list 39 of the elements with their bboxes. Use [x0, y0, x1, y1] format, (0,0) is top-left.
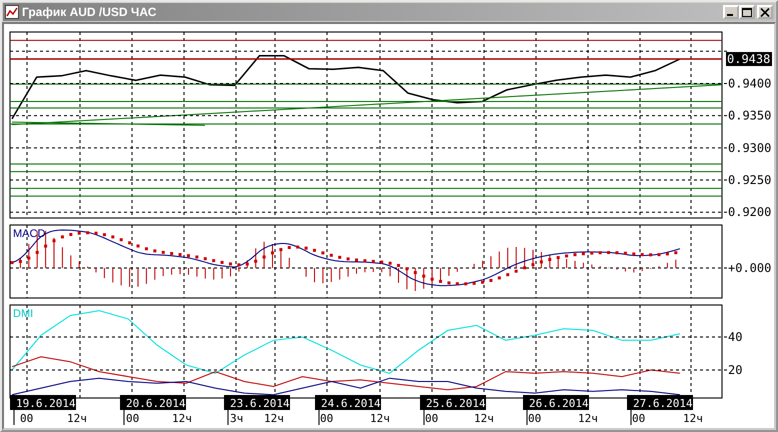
- axis-label: 0.9200: [728, 205, 772, 220]
- close-icon: [760, 8, 770, 16]
- axis-label: +0.000: [728, 261, 772, 275]
- axis-label: 0.9300: [728, 140, 772, 155]
- time-label: 00: [632, 412, 646, 425]
- date-label: 19.6.2014: [10, 395, 76, 410]
- axis-label: 0.9400: [728, 76, 772, 90]
- date-label: 25.6.2014: [420, 395, 486, 410]
- date-label: 23.6.2014: [224, 395, 290, 410]
- time-label: 12ч: [578, 412, 598, 425]
- axis-label: 0.9350: [728, 108, 772, 123]
- minimize-button[interactable]: [723, 5, 739, 19]
- time-label: 12ч: [370, 412, 390, 425]
- indicator-label: DMI: [13, 308, 34, 320]
- date-label: 20.6.2014: [120, 395, 186, 410]
- time-label: 12ч: [67, 412, 87, 425]
- date-label: 27.6.2014: [627, 395, 693, 410]
- date-label: 24.6.2014: [315, 395, 381, 410]
- time-label: 00: [425, 412, 438, 425]
- axis-label: 20: [728, 362, 742, 377]
- close-button[interactable]: [757, 5, 773, 19]
- minimize-icon: [727, 14, 733, 16]
- time-label: 3ч: [230, 412, 244, 425]
- date-label: 26.6.2014: [523, 395, 589, 410]
- window-title: График AUD /USD ЧАС: [22, 5, 158, 19]
- time-label: 12ч: [683, 412, 703, 425]
- time-label: 00: [126, 412, 140, 425]
- time-label: 00: [320, 412, 334, 425]
- last-price-label: 0.9438: [726, 52, 772, 66]
- axis-label: 40: [728, 330, 742, 344]
- chart-icon: [5, 5, 19, 19]
- time-label: 12ч: [474, 412, 494, 425]
- time-label: 12ч: [264, 412, 284, 425]
- axis-label: 0.9250: [728, 173, 772, 188]
- maximize-icon: [742, 8, 752, 16]
- time-label: 00: [20, 412, 34, 425]
- time-label: 12ч: [172, 412, 192, 425]
- time-label: 00: [528, 412, 542, 425]
- maximize-button[interactable]: [739, 5, 755, 19]
